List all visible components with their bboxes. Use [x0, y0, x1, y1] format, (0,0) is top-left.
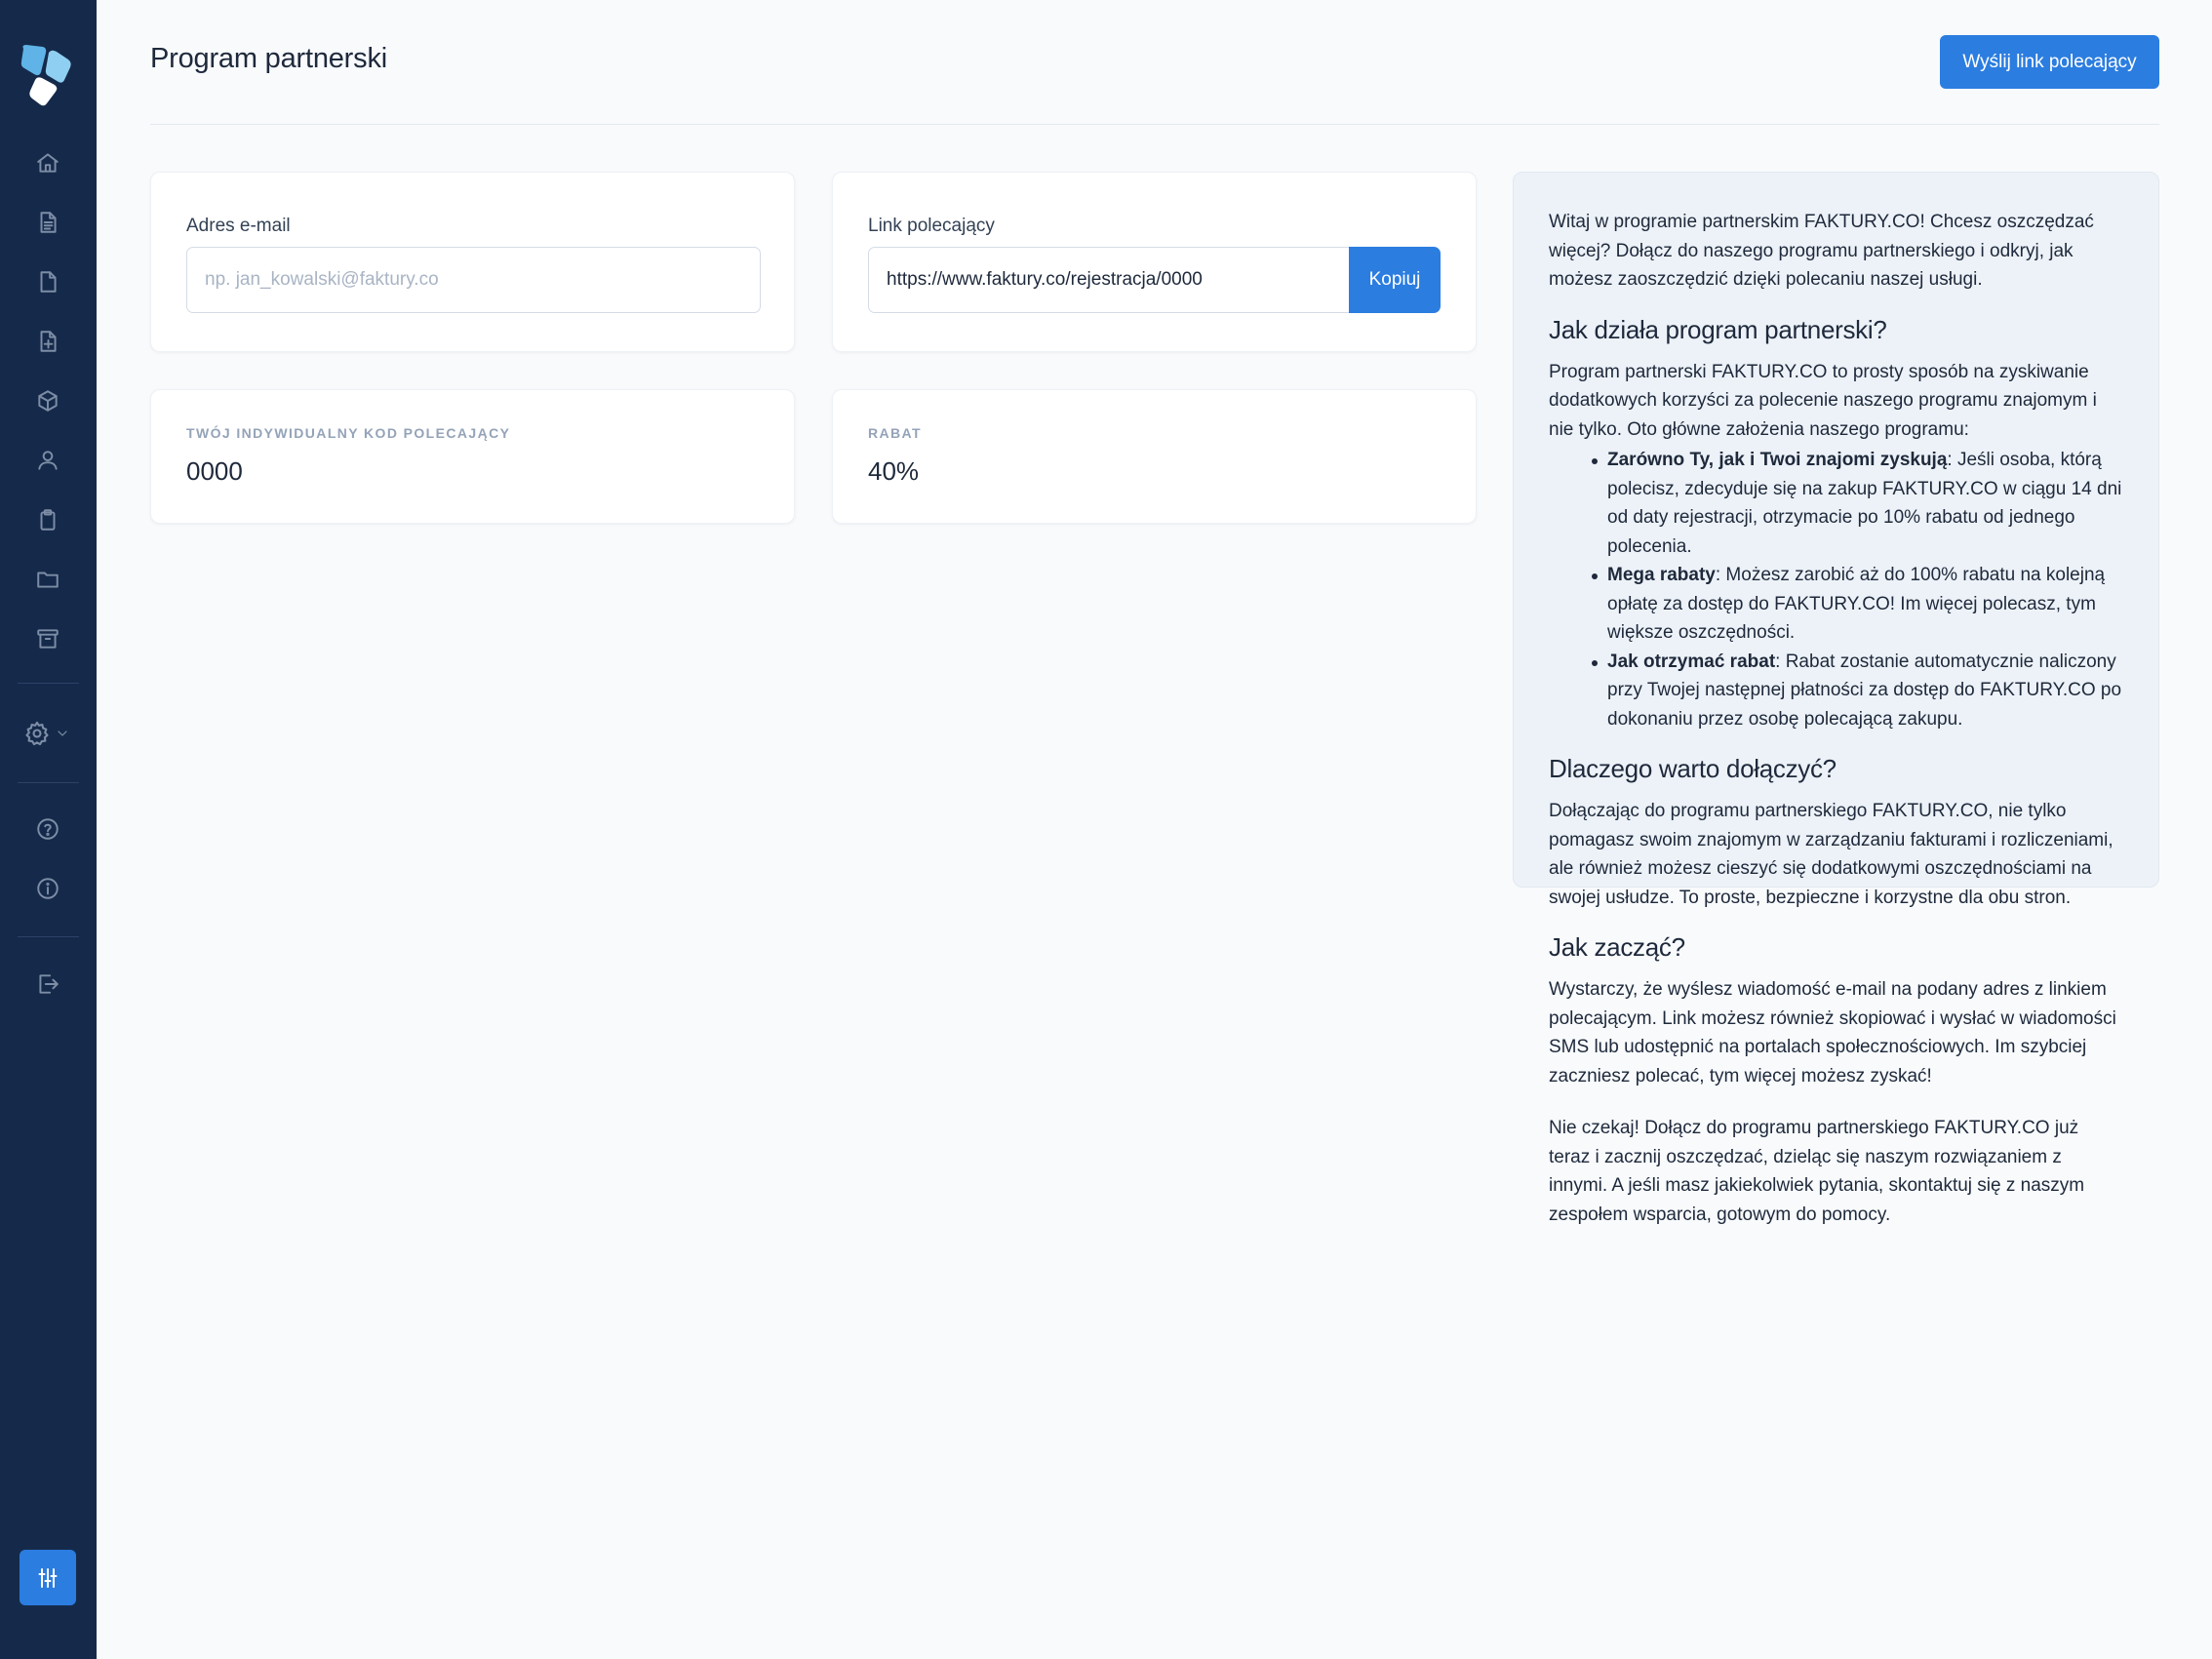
faktury-logo[interactable] — [20, 43, 76, 107]
info-paragraph: Dołączając do programu partnerskiego FAK… — [1549, 801, 2113, 908]
logout-icon[interactable] — [29, 966, 66, 1003]
settings-menu[interactable] — [23, 715, 78, 752]
document-icon[interactable] — [29, 263, 66, 300]
archive-icon[interactable] — [29, 620, 66, 657]
adjustments-button[interactable] — [20, 1550, 76, 1605]
sidebar-divider — [18, 782, 79, 783]
chevron-down-icon — [58, 731, 67, 736]
referral-code-value: 0000 — [186, 456, 243, 486]
header-divider — [150, 124, 2159, 125]
info-paragraph: Wystarczy, że wyślesz wiadomość e-mail n… — [1549, 979, 2116, 1086]
gear-icon — [25, 721, 49, 746]
partner-program-info: Witaj w programie partnerskim FAKTURY.CO… — [1513, 172, 2159, 1225]
email-card: Adres e-mail — [150, 172, 795, 352]
help-icon[interactable] — [29, 810, 66, 848]
page-title: Program partnerski — [150, 43, 387, 74]
document-text-icon[interactable] — [29, 204, 66, 241]
copy-button[interactable]: Kopiuj — [1349, 247, 1441, 313]
adjustments-icon — [38, 1567, 58, 1588]
sidebar-divider — [18, 936, 79, 937]
discount-card: Rabat 40% — [832, 389, 1477, 524]
send-referral-link-button[interactable]: Wyślij link polecający — [1940, 35, 2159, 89]
discount-label: Rabat — [868, 425, 922, 441]
info-icon[interactable] — [29, 870, 66, 907]
clipboard-icon[interactable] — [29, 501, 66, 538]
info-bullet-list: Zarówno Ty, jak i Twoi znajomi zyskują: … — [1549, 446, 2123, 733]
folder-icon[interactable] — [29, 561, 66, 598]
info-heading-how-to-start: Jak zacząć? — [1549, 932, 1685, 962]
info-bullet-title: Jak otrzymać rabat — [1607, 651, 1776, 672]
info-bullet-title: Zarówno Ty, jak i Twoi znajomi zyskują — [1607, 450, 1948, 470]
info-intro: Witaj w programie partnerskim FAKTURY.CO… — [1549, 212, 2094, 290]
discount-value: 40% — [868, 456, 920, 486]
document-add-icon[interactable] — [29, 323, 66, 360]
email-label: Adres e-mail — [186, 216, 291, 236]
cube-icon[interactable] — [29, 382, 66, 419]
info-heading-how-it-works: Jak działa program partnerski? — [1549, 314, 1887, 344]
info-bullet: Zarówno Ty, jak i Twoi znajomi zyskują: … — [1592, 446, 2123, 561]
referral-code-card: Twój indywidualny kod polecający 0000 — [150, 389, 795, 524]
info-bullet: Mega rabaty: Możesz zarobić aż do 100% r… — [1592, 561, 2123, 648]
referral-link-label: Link polecający — [868, 216, 995, 236]
home-icon[interactable] — [29, 144, 66, 181]
info-bullet: Jak otrzymać rabat: Rabat zostanie autom… — [1592, 648, 2123, 734]
referral-link-input[interactable] — [868, 247, 1350, 313]
referral-code-label: Twój indywidualny kod polecający — [186, 425, 511, 441]
sidebar — [0, 0, 97, 1659]
referral-link-card: Link polecający Kopiuj — [832, 172, 1477, 352]
info-bullet-title: Mega rabaty — [1607, 565, 1716, 585]
info-paragraph: Nie czekaj! Dołącz do programu partnersk… — [1549, 1118, 2085, 1225]
email-input[interactable] — [186, 247, 761, 313]
info-heading-why-join: Dlaczego warto dołączyć? — [1549, 754, 1837, 783]
info-paragraph: Program partnerski FAKTURY.CO to prosty … — [1549, 361, 2097, 440]
user-icon[interactable] — [29, 442, 66, 479]
sidebar-divider — [18, 683, 79, 684]
